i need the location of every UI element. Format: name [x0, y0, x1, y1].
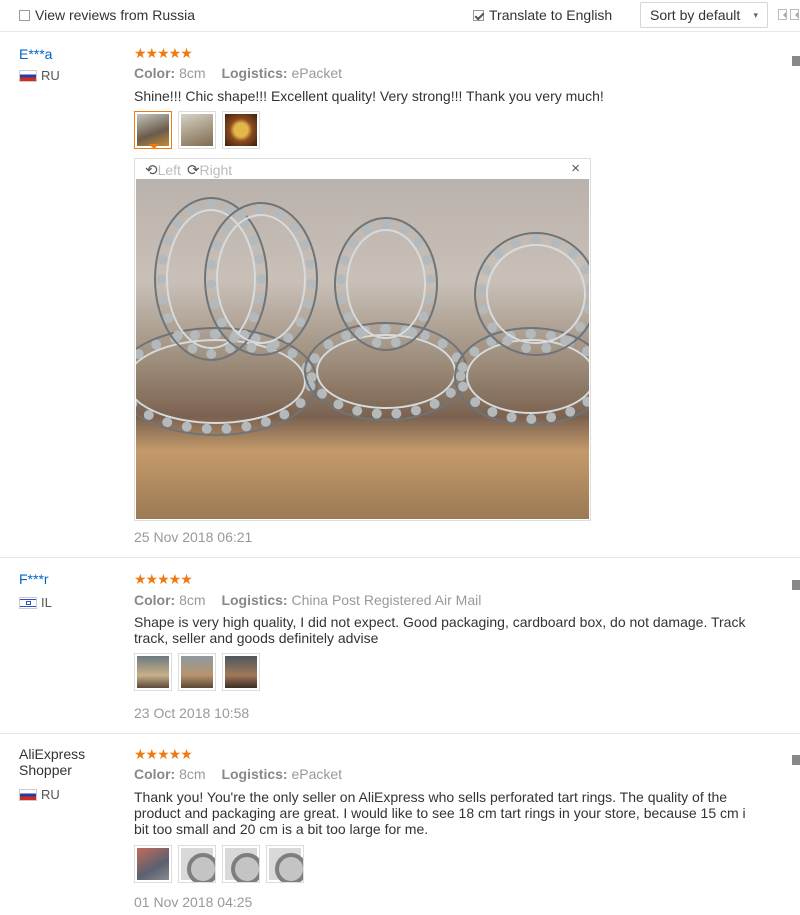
pager	[778, 9, 799, 20]
country-code: RU	[41, 68, 60, 83]
photo-thumbnail[interactable]	[222, 111, 260, 149]
translate-checkbox[interactable]	[473, 9, 484, 21]
photo-thumbnail[interactable]	[222, 653, 260, 691]
review-item: F***r IL ★★★★★ Color: 8cm Logistics: Chi…	[0, 559, 800, 734]
reviewer-country: RU	[19, 787, 60, 802]
color-value: 8cm	[179, 65, 206, 81]
chevron-down-icon: ▾	[753, 9, 758, 20]
photo-viewer: ⟲Left ⟳Right ×	[134, 158, 591, 521]
review-text: Shape is very high quality, I did not ex…	[134, 614, 746, 646]
color-key: Color:	[134, 592, 176, 608]
rotate-right-label: Right	[199, 162, 233, 178]
photo-thumbnail[interactable]	[266, 845, 304, 883]
prev-page-icon[interactable]	[778, 9, 787, 20]
logistics-value: China Post Registered Air Mail	[291, 592, 482, 608]
photo-thumbnail[interactable]	[222, 845, 260, 883]
country-code: RU	[41, 787, 60, 802]
tart-ring	[476, 234, 589, 354]
color-value: 8cm	[179, 766, 206, 782]
russia-filter-label: View reviews from Russia	[35, 7, 196, 23]
flag-il-icon	[19, 596, 37, 609]
close-icon[interactable]: ×	[571, 160, 580, 177]
photo-thumbnail[interactable]	[134, 845, 172, 883]
logistics-value: ePacket	[291, 65, 343, 81]
review-meta: Color: 8cm Logistics: ePacket	[134, 65, 354, 81]
review-date: 23 Oct 2018 10:58	[134, 705, 250, 721]
reviewer-name[interactable]: E***a	[19, 46, 52, 62]
color-key: Color:	[134, 766, 176, 782]
russia-checkbox[interactable]	[19, 9, 30, 21]
flag-ru-icon	[19, 69, 37, 82]
review-meta: Color: 8cm Logistics: ePacket	[134, 766, 354, 782]
reviewer-country: RU	[19, 68, 60, 83]
translate-label: Translate to English	[489, 7, 613, 23]
review-text: Thank you! You're the only seller on Ali…	[134, 789, 746, 837]
photo-thumbnail[interactable]	[178, 845, 216, 883]
report-icon[interactable]	[792, 755, 800, 765]
filter-russia-toggle[interactable]: View reviews from Russia	[19, 7, 195, 23]
rotate-left-label: Left	[157, 162, 181, 178]
reviewer-name: AliExpress Shopper	[19, 746, 86, 778]
logistics-key: Logistics:	[221, 592, 288, 608]
star-rating: ★★★★★	[134, 571, 193, 587]
review-photos	[134, 845, 304, 883]
country-code: IL	[41, 595, 52, 610]
flag-ru-icon	[19, 788, 37, 801]
review-photos	[134, 111, 260, 149]
rotate-right-icon: ⟳	[186, 162, 200, 179]
logistics-key: Logistics:	[221, 65, 288, 81]
review-meta: Color: 8cm Logistics: China Post Registe…	[134, 592, 493, 608]
review-date: 25 Nov 2018 06:21	[134, 529, 253, 545]
review-filter-bar: View reviews from Russia Translate to En…	[0, 0, 800, 32]
sort-dropdown[interactable]: Sort by default ▾	[640, 2, 768, 28]
report-icon[interactable]	[792, 56, 800, 66]
review-text: Shine!!! Chic shape!!! Excellent quality…	[134, 88, 604, 104]
translate-toggle[interactable]: Translate to English	[473, 7, 612, 23]
report-icon[interactable]	[792, 580, 800, 590]
tart-ring	[206, 204, 316, 354]
rotate-left-icon: ⟲	[145, 162, 158, 179]
prev-page-icon-2[interactable]	[790, 9, 799, 20]
color-value: 8cm	[179, 592, 206, 608]
star-rating: ★★★★★	[134, 746, 193, 762]
reviewer-name[interactable]: F***r	[19, 571, 49, 587]
sort-label: Sort by default	[650, 7, 741, 23]
review-photos	[134, 653, 260, 691]
review-date: 01 Nov 2018 04:25	[134, 894, 253, 910]
photo-thumbnail[interactable]	[178, 111, 216, 149]
photo-thumbnail[interactable]	[178, 653, 216, 691]
review-item: AliExpress Shopper RU ★★★★★ Color: 8cm L…	[0, 735, 800, 915]
photo-thumbnail[interactable]	[134, 653, 172, 691]
rotate-controls: ⟲Left ⟳Right	[145, 161, 232, 179]
logistics-value: ePacket	[291, 766, 343, 782]
tart-ring	[336, 219, 436, 349]
review-photo-large	[136, 179, 589, 519]
star-rating: ★★★★★	[134, 45, 193, 61]
rotate-right-button[interactable]: ⟳Right	[187, 161, 232, 179]
reviewer-country: IL	[19, 595, 52, 610]
logistics-key: Logistics:	[221, 766, 288, 782]
rotate-left-button[interactable]: ⟲Left	[145, 161, 181, 179]
photo-thumbnail[interactable]	[134, 111, 172, 149]
color-key: Color:	[134, 65, 176, 81]
